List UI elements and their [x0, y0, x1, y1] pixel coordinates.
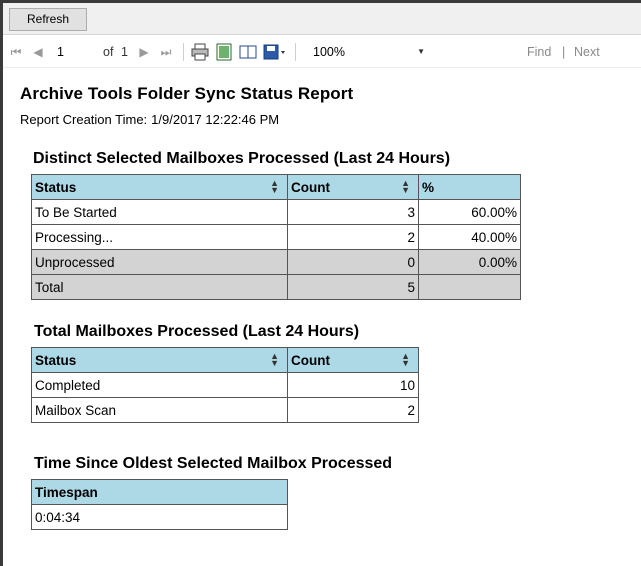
- cell-status: To Be Started: [31, 199, 288, 225]
- table-row: Unprocessed 0 0.00%: [31, 249, 521, 275]
- last-page-icon[interactable]: ⏭: [159, 45, 173, 59]
- refresh-button[interactable]: Refresh: [9, 8, 87, 31]
- sort-icon[interactable]: ▲ ▼: [401, 352, 410, 368]
- cell-timespan: 0:04:34: [31, 504, 288, 530]
- cell-status: Total: [31, 274, 288, 300]
- chevron-down-icon: ▼: [417, 47, 425, 56]
- report-header: Archive Tools Folder Sync Status Report …: [20, 84, 353, 127]
- column-header-status[interactable]: Status ▲ ▼: [31, 347, 288, 373]
- next-link[interactable]: Next: [574, 36, 600, 68]
- cell-count: 3: [287, 199, 419, 225]
- cell-percent: 60.00%: [418, 199, 521, 225]
- cell-status: Completed: [31, 372, 288, 398]
- total-mailboxes-table: Status ▲ ▼ Count ▲ ▼ Completed 10 Mailbox Sc…: [31, 347, 419, 423]
- cell-count: 10: [287, 372, 419, 398]
- table-header-row: Status ▲ ▼ Count ▲ ▼: [31, 347, 419, 373]
- creation-time-label: Report Creation Time:: [20, 112, 148, 127]
- table-row: To Be Started 3 60.00%: [31, 199, 521, 225]
- column-header-count[interactable]: Count ▲ ▼: [287, 347, 419, 373]
- cell-status: Processing...: [31, 224, 288, 250]
- cell-count: 5: [287, 274, 419, 300]
- total-mailboxes-section: Total Mailboxes Processed (Last 24 Hours…: [31, 323, 419, 423]
- sort-icon[interactable]: ▲ ▼: [270, 352, 279, 368]
- table-header-row: Status ▲ ▼ Count ▲ ▼ %: [31, 174, 521, 200]
- oldest-mailbox-table: Timespan 0:04:34: [31, 479, 288, 530]
- report-toolbar: ⏮ ◀ of 1 ▶ ⏭ 100% ▼ Find | Next: [3, 36, 641, 68]
- distinct-mailboxes-table: Status ▲ ▼ Count ▲ ▼ % To Be Started 3 60.00…: [31, 174, 521, 300]
- zoom-select[interactable]: 100% ▼: [309, 42, 429, 62]
- export-icon[interactable]: [263, 43, 285, 61]
- column-header-count[interactable]: Count ▲ ▼: [287, 174, 419, 200]
- page-setup-icon[interactable]: [239, 43, 257, 61]
- column-header-status[interactable]: Status ▲ ▼: [31, 174, 288, 200]
- toolbar-divider: [183, 43, 184, 61]
- cell-status: Mailbox Scan: [31, 397, 288, 423]
- table-row: Mailbox Scan 2: [31, 397, 419, 423]
- find-link[interactable]: Find: [527, 36, 551, 68]
- total-pages: 1: [121, 45, 128, 59]
- table-row: Processing... 2 40.00%: [31, 224, 521, 250]
- section-title: Distinct Selected Mailboxes Processed (L…: [33, 150, 451, 167]
- first-page-icon[interactable]: ⏮: [9, 45, 23, 59]
- find-input[interactable]: [439, 42, 519, 62]
- section-title: Time Since Oldest Selected Mailbox Proce…: [34, 455, 393, 472]
- top-bar: Refresh: [3, 3, 641, 35]
- cell-percent: 40.00%: [418, 224, 521, 250]
- zoom-value: 100%: [313, 45, 345, 59]
- of-label: of: [103, 45, 114, 59]
- report-title: Archive Tools Folder Sync Status Report: [20, 84, 354, 103]
- cell-count: 2: [287, 397, 419, 423]
- toolbar-divider: [295, 43, 296, 61]
- cell-percent: 0.00%: [418, 249, 521, 275]
- report-creation-time: Report Creation Time: 1/9/2017 12:22:46 P…: [20, 112, 353, 127]
- previous-page-icon[interactable]: ◀: [31, 45, 45, 59]
- cell-status: Unprocessed: [31, 249, 288, 275]
- print-layout-icon[interactable]: [215, 43, 233, 61]
- table-header-row: Timespan: [31, 479, 288, 505]
- cell-count: 0: [287, 249, 419, 275]
- column-header-percent[interactable]: %: [418, 174, 521, 200]
- current-page-input[interactable]: [55, 42, 93, 62]
- find-next-divider: |: [562, 45, 566, 59]
- cell-percent: [418, 274, 521, 300]
- cell-count: 2: [287, 224, 419, 250]
- distinct-mailboxes-section: Distinct Selected Mailboxes Processed (L…: [31, 150, 521, 300]
- table-row: 0:04:34: [31, 504, 288, 530]
- sort-icon[interactable]: ▲ ▼: [401, 179, 410, 195]
- total-row: Total 5: [31, 274, 521, 300]
- oldest-mailbox-section: Time Since Oldest Selected Mailbox Proce…: [31, 455, 392, 530]
- next-page-icon[interactable]: ▶: [137, 45, 151, 59]
- print-icon[interactable]: [191, 43, 209, 61]
- creation-time-value: 1/9/2017 12:22:46 PM: [151, 112, 280, 127]
- table-row: Completed 10: [31, 372, 419, 398]
- column-header-timespan[interactable]: Timespan: [31, 479, 288, 505]
- sort-icon[interactable]: ▲ ▼: [270, 179, 279, 195]
- section-title: Total Mailboxes Processed (Last 24 Hours…: [34, 323, 360, 340]
